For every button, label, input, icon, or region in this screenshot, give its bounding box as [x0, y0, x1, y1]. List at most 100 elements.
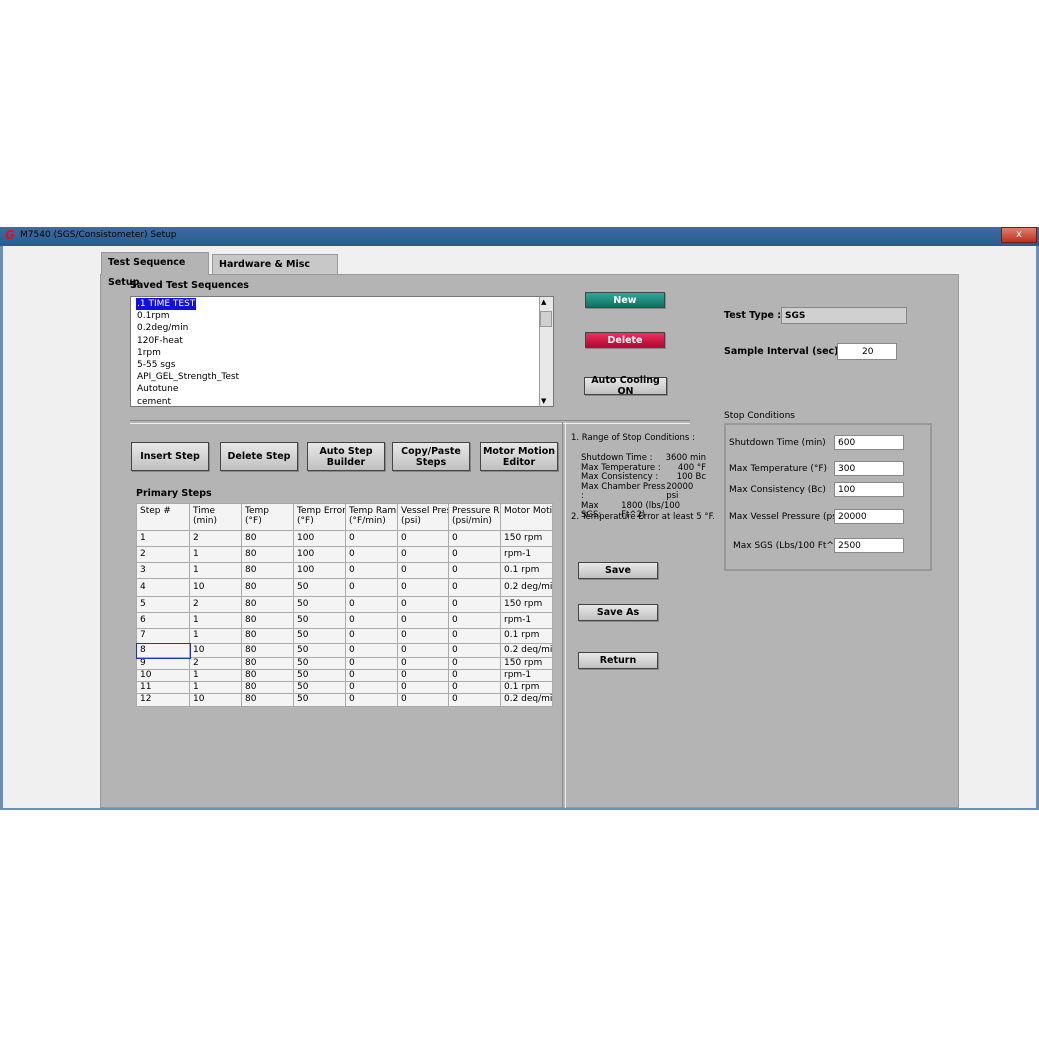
table-cell[interactable]: 0	[345, 693, 398, 707]
sample-interval-input[interactable]: 20	[837, 343, 897, 360]
table-row[interactable]: 3 1 80 100 0 0 0 0.1 rpm	[136, 562, 553, 579]
scroll-down-icon[interactable]: ▼	[541, 397, 546, 405]
table-cell[interactable]: 4	[136, 578, 190, 597]
table-cell[interactable]: 150 rpm	[500, 596, 553, 613]
stop-condition-input[interactable]: 600	[834, 435, 904, 450]
table-cell[interactable]: 2	[189, 657, 242, 670]
scroll-thumb[interactable]	[540, 311, 552, 327]
table-cell[interactable]: rpm-1	[500, 612, 553, 629]
table-row[interactable]: 10 1 80 50 0 0 0 rpm-1	[136, 669, 553, 682]
table-cell[interactable]: 0	[448, 628, 501, 644]
table-cell[interactable]: 100	[293, 562, 346, 579]
return-button[interactable]: Return	[578, 652, 658, 669]
table-row[interactable]: 9 2 80 50 0 0 0 150 rpm	[136, 657, 553, 670]
table-cell[interactable]: 0	[448, 546, 501, 563]
delete-step-button[interactable]: Delete Step	[220, 442, 298, 471]
table-cell[interactable]: 0	[397, 693, 449, 707]
scroll-up-icon[interactable]: ▲	[541, 298, 546, 306]
sequence-item[interactable]: cement	[136, 396, 172, 408]
table-cell[interactable]: 80	[241, 530, 294, 547]
delete-button[interactable]: Delete	[585, 332, 665, 348]
table-cell[interactable]: 80	[241, 562, 294, 579]
table-cell[interactable]: 0	[397, 596, 449, 613]
copy-paste-steps-button[interactable]: Copy/Paste Steps	[392, 442, 470, 471]
table-row[interactable]: 2 1 80 100 0 0 0 rpm-1	[136, 546, 553, 563]
stop-condition-input[interactable]: 100	[834, 482, 904, 497]
table-cell[interactable]: 80	[241, 657, 294, 670]
table-cell[interactable]: 0	[345, 530, 398, 547]
save-button[interactable]: Save	[578, 562, 658, 579]
table-cell[interactable]: 3	[136, 562, 190, 579]
table-cell[interactable]: rpm-1	[500, 669, 553, 682]
stop-condition-input[interactable]: 20000	[834, 509, 904, 524]
table-cell[interactable]: 50	[293, 643, 346, 658]
table-cell[interactable]: 0	[397, 669, 449, 682]
save-as-button[interactable]: Save As	[578, 604, 658, 621]
table-cell[interactable]: 0	[345, 681, 398, 694]
motor-motion-editor-button[interactable]: Motor Motion Editor	[480, 442, 558, 471]
table-cell[interactable]: 80	[241, 628, 294, 644]
table-cell[interactable]: 0	[397, 657, 449, 670]
table-cell[interactable]: 7	[136, 628, 190, 644]
table-row[interactable]: 8 10 80 50 0 0 0 0.2 deq/mir	[135, 642, 553, 659]
table-cell[interactable]: 0	[448, 643, 501, 658]
stop-condition-input[interactable]: 300	[834, 461, 904, 476]
table-cell[interactable]: 1	[189, 562, 242, 579]
table-cell[interactable]: 50	[293, 628, 346, 644]
table-cell[interactable]: 80	[241, 546, 294, 563]
stop-condition-input[interactable]: 2500	[834, 538, 904, 553]
new-button[interactable]: New	[585, 292, 665, 308]
table-cell[interactable]: 0	[345, 612, 398, 629]
table-cell[interactable]: 0	[448, 578, 501, 597]
sequence-item[interactable]: 5-55 sgs	[136, 359, 176, 371]
table-cell[interactable]: 50	[293, 681, 346, 694]
saved-sequences-list[interactable]: ▲ ▼ .1 TIME TEST 0.1rpm 0.2deg/min 120F-hea…	[130, 296, 554, 407]
auto-cooling-button[interactable]: Auto Cooling ON	[584, 375, 667, 397]
table-cell[interactable]: 1	[189, 681, 242, 694]
table-cell[interactable]: 0	[345, 669, 398, 682]
table-row[interactable]: 4 10 80 50 0 0 0 0.2 deg/mir	[136, 578, 553, 597]
table-row[interactable]: 7 1 80 50 0 0 0 0.1 rpm	[136, 628, 553, 644]
table-cell[interactable]: 50	[293, 578, 346, 597]
table-cell[interactable]: 100	[293, 546, 346, 563]
sequence-item[interactable]: API_GEL_Strength_Test	[136, 371, 240, 383]
table-cell[interactable]: 0	[448, 530, 501, 547]
table-cell[interactable]: 12	[136, 693, 190, 707]
table-cell[interactable]: 0	[345, 562, 398, 579]
table-cell[interactable]: 50	[293, 657, 346, 670]
table-cell[interactable]: 1	[189, 628, 242, 644]
table-row[interactable]: 5 2 80 50 0 0 0 150 rpm	[136, 596, 553, 613]
table-cell[interactable]: 50	[293, 693, 346, 707]
table-row[interactable]: 11 1 80 50 0 0 0 0.1 rpm	[136, 681, 553, 694]
table-cell[interactable]: 150 rpm	[500, 657, 553, 670]
table-cell[interactable]: 0	[448, 669, 501, 682]
primary-steps-table[interactable]: Step # Time (min) Temp (°F) Temp Error (°F) Tem…	[135, 503, 553, 707]
table-cell[interactable]: 0	[345, 643, 398, 658]
table-cell[interactable]: 1	[136, 530, 190, 547]
table-cell[interactable]: 2	[189, 530, 242, 547]
table-cell[interactable]: 9	[136, 657, 190, 670]
table-cell[interactable]: 0	[448, 681, 501, 694]
table-cell[interactable]: 10	[189, 693, 242, 707]
table-cell[interactable]: 8	[135, 642, 191, 659]
table-cell[interactable]: 0	[448, 693, 501, 707]
tab-test-sequence-setup[interactable]: Test Sequence Setup	[101, 252, 209, 288]
table-cell[interactable]: 1	[189, 669, 242, 682]
table-cell[interactable]: 0	[345, 657, 398, 670]
table-cell[interactable]: 0	[397, 628, 449, 644]
table-cell[interactable]: 80	[241, 578, 294, 597]
sequence-item[interactable]: .1 TIME TEST	[136, 298, 197, 310]
sequence-item[interactable]: Autotune	[136, 383, 179, 395]
table-cell[interactable]: 0.1 rpm	[500, 628, 553, 644]
table-cell[interactable]: 10	[189, 578, 242, 597]
table-cell[interactable]: 0	[397, 546, 449, 563]
table-cell[interactable]: 0.2 deg/mir	[500, 578, 553, 597]
table-cell[interactable]: 0	[345, 596, 398, 613]
table-cell[interactable]: 0	[397, 612, 449, 629]
table-cell[interactable]: 0	[397, 578, 449, 597]
table-cell[interactable]: 0	[448, 612, 501, 629]
table-cell[interactable]: 50	[293, 596, 346, 613]
table-cell[interactable]: 10	[136, 669, 190, 682]
auto-step-builder-button[interactable]: Auto Step Builder	[307, 442, 385, 471]
table-row[interactable]: 6 1 80 50 0 0 0 rpm-1	[136, 612, 553, 629]
